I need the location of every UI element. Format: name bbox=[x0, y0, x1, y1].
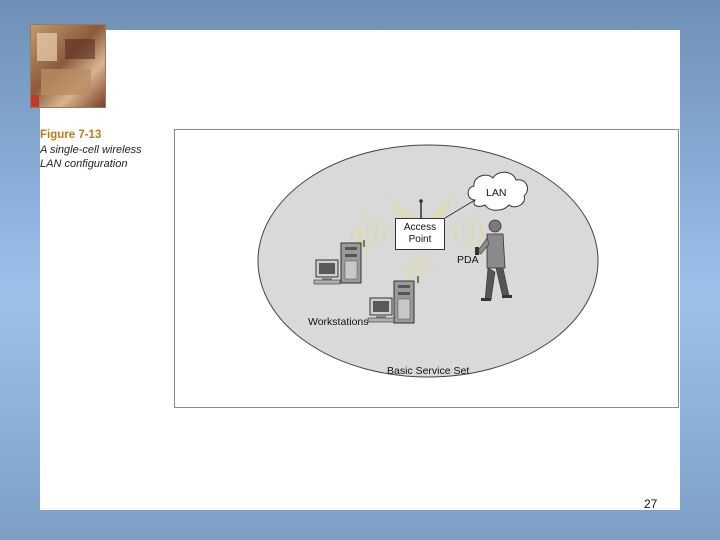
access-point-label-line-1: Access bbox=[403, 222, 437, 233]
figure-description-line-2: LAN configuration bbox=[40, 158, 128, 170]
page-number: 27 bbox=[644, 497, 658, 511]
access-point-label-line-2: Point bbox=[408, 234, 432, 245]
figure-number: Figure 7-13 bbox=[40, 129, 102, 141]
figure-description-line-1: A single-cell wireless bbox=[40, 144, 142, 156]
figure-description: A single-cell wireless LAN configuration bbox=[40, 143, 168, 171]
pda-label: PDA bbox=[457, 254, 479, 266]
lan-label: LAN bbox=[486, 187, 507, 199]
access-point-box: Access Point bbox=[395, 218, 445, 250]
workstations-label: Workstations bbox=[308, 316, 369, 328]
figure-caption: Figure 7-13 A single-cell wireless LAN c… bbox=[40, 128, 168, 171]
diagram-frame: LAN Access Point PDA Workstations Basic … bbox=[174, 129, 679, 408]
basic-service-set-label: Basic Service Set bbox=[387, 365, 470, 377]
corner-thumbnail-image bbox=[30, 24, 106, 108]
